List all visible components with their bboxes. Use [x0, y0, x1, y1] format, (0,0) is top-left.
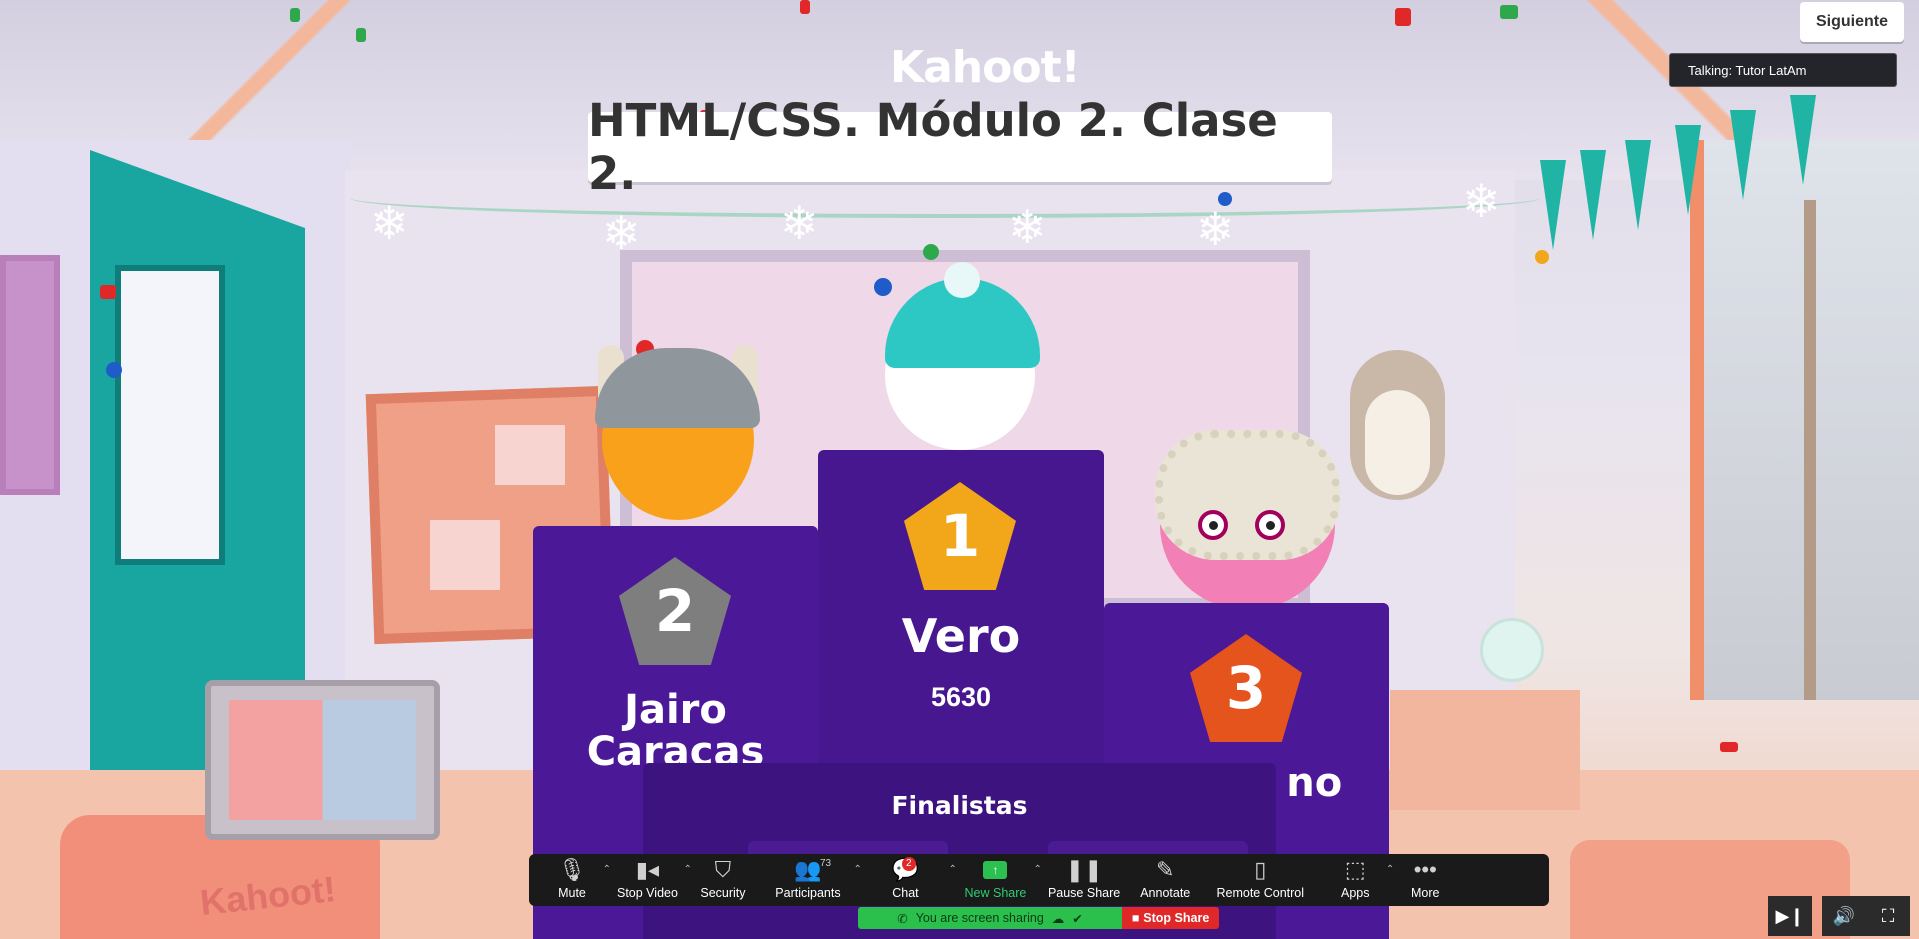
share-screen-icon: ↑ — [983, 861, 1008, 879]
snowflake-icon: ❄ — [780, 197, 819, 249]
talking-indicator: Talking: Tutor LatAm — [1669, 53, 1897, 87]
shield-check-icon: ✔ — [1072, 911, 1083, 926]
participants-label: Participants — [775, 886, 841, 900]
phone-icon: ✆ — [897, 911, 908, 926]
apps-icon: ⬚ — [1344, 857, 1366, 882]
snowflake-icon: ❄ — [370, 197, 409, 249]
quiz-title-box: HTML/CSS. Módulo 2. Clase 2. — [588, 94, 1332, 200]
more-button[interactable]: ••• More — [1390, 854, 1460, 906]
wall-picture — [0, 255, 60, 495]
participants-count: 73 — [819, 858, 832, 869]
remote-control-label: Remote Control — [1216, 886, 1305, 900]
pencil-icon: ✎ — [1156, 857, 1175, 882]
sticky-note — [430, 520, 500, 590]
confetti — [106, 362, 122, 378]
annotate-label: Annotate — [1140, 886, 1191, 900]
sticky-note — [495, 425, 565, 485]
snowflake-icon: ❄ — [1008, 201, 1047, 253]
screen-sharing-text: You are screen sharing — [915, 911, 1044, 925]
pause-share-button[interactable]: ❚❚ Pause Share — [1038, 854, 1130, 906]
penguin-belly — [1365, 390, 1430, 495]
snowy-window — [1690, 140, 1919, 700]
confetti — [1535, 250, 1549, 264]
snowflake-icon: ❄ — [1462, 175, 1501, 227]
fullscreen-icon[interactable]: ⛶ — [1866, 896, 1910, 936]
more-label: More — [1411, 886, 1440, 900]
ellipsis-icon: ••• — [1413, 857, 1437, 882]
desk-kahoot-logo: Kahoot! — [198, 868, 338, 923]
confetti — [290, 8, 300, 22]
cabinet — [1390, 690, 1580, 810]
next-button[interactable]: Siguiente — [1800, 2, 1904, 42]
confetti — [923, 244, 939, 260]
pause-icon: ❚❚ — [1065, 857, 1103, 882]
snowflake-icon: ❄ — [1196, 203, 1235, 255]
confetti — [874, 278, 892, 296]
confetti — [1395, 8, 1411, 26]
kahoot-logo: Kahoot! — [890, 42, 1081, 93]
meeting-toolbar: 🎙 ⌃ Mute ▮◂ ⌃ Stop Video ⛉ Security 👥 73… — [529, 854, 1549, 906]
new-share-label: New Share — [964, 886, 1027, 900]
stop-square-icon: ■ — [1131, 911, 1140, 925]
bunting-flag — [1540, 160, 1566, 250]
laptop-screen — [229, 700, 416, 820]
apps-label: Apps — [1341, 886, 1370, 900]
security-button[interactable]: ⛉ Security — [688, 854, 758, 906]
first-place-score: 5630 — [930, 682, 992, 712]
shield-icon: ⛉ — [714, 857, 732, 882]
avatar-eye — [1255, 510, 1285, 540]
stop-share-label: Stop Share — [1143, 911, 1210, 925]
beanie-pompom — [944, 262, 980, 298]
kahoot-podium-screen: Kahoot! ❄ ❄ ❄ ❄ ❄ ❄ Kahoot! HTML/CSS. Mó… — [0, 0, 1919, 939]
new-share-button[interactable]: ↑ ⌃ New Share — [953, 854, 1042, 906]
bunting-flag — [1580, 150, 1606, 240]
participants-icon: 👥 — [794, 857, 822, 882]
quiz-title: HTML/CSS. Módulo 2. Clase 2. — [588, 94, 1278, 200]
annotate-button[interactable]: ✎ Annotate — [1130, 854, 1200, 906]
finalists-heading: Finalistas — [891, 791, 1028, 820]
security-label: Security — [700, 886, 746, 900]
pause-share-label: Pause Share — [1047, 886, 1121, 900]
confetti — [1500, 5, 1518, 19]
first-place-name: Vero — [901, 609, 1021, 663]
cloud-icon: ☁ — [1051, 911, 1065, 926]
snow-globe — [1480, 618, 1544, 682]
microphone-icon: 🎙 — [558, 857, 586, 882]
volume-icon[interactable]: 🔊 — [1822, 896, 1866, 936]
remote-control-button[interactable]: ▯ Remote Control — [1200, 854, 1320, 906]
stop-video-label: Stop Video — [617, 886, 678, 900]
screen-sharing-indicator: ✆ You are screen sharing ☁ ✔ — [858, 907, 1122, 929]
chat-unread-badge: 2 — [901, 857, 916, 871]
snowflake-icon: ❄ — [602, 207, 641, 259]
apps-button[interactable]: ⬚ ⌃ Apps — [1320, 854, 1394, 906]
video-camera-icon: ▮◂ — [635, 857, 660, 882]
laptop — [205, 680, 440, 840]
stop-share-button[interactable]: ■ Stop Share — [1122, 907, 1219, 929]
door-window — [115, 265, 225, 565]
brain-wig — [1155, 430, 1340, 560]
bunting-flag — [1625, 140, 1651, 230]
avatar-eye — [1198, 510, 1228, 540]
confetti — [1720, 742, 1738, 752]
confetti — [800, 0, 810, 14]
chat-button[interactable]: 💬 2 ⌃ Chat — [858, 854, 957, 906]
mute-button[interactable]: 🎙 ⌃ Mute — [537, 854, 611, 906]
mute-label: Mute — [558, 886, 586, 900]
stop-video-button[interactable]: ▮◂ ⌃ Stop Video — [607, 854, 692, 906]
confetti — [356, 28, 366, 42]
chat-label: Chat — [892, 886, 919, 900]
skip-icon[interactable]: ▶❙ — [1768, 896, 1812, 936]
mouse-icon: ▯ — [1254, 857, 1267, 882]
confetti — [100, 285, 116, 299]
participants-button[interactable]: 👥 73 ⌃ Participants — [758, 854, 862, 906]
